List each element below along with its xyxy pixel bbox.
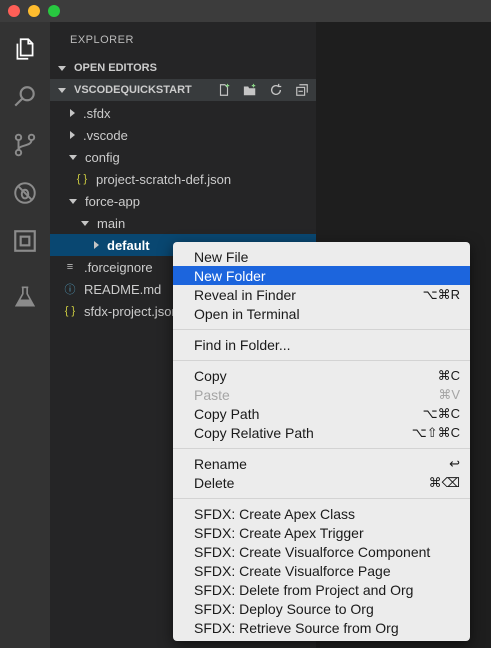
menu-item-label: Paste (194, 386, 230, 403)
explorer-title: EXPLORER (70, 34, 134, 46)
menu-separator (173, 498, 470, 499)
menu-item-rename[interactable]: Rename ↩ (173, 454, 470, 473)
tree-item-label: project-scratch-def.json (96, 171, 232, 187)
activity-bar (0, 22, 50, 648)
tree-item-label: default (107, 237, 150, 253)
menu-item-label: Open in Terminal (194, 305, 300, 322)
menu-item-delete-from-project-and-org[interactable]: SFDX: Delete from Project and Org (173, 580, 470, 599)
chevron-down-icon (58, 87, 66, 93)
chevron-right-icon (94, 241, 99, 249)
tree-item-label: .vscode (83, 127, 128, 143)
tree-item-label: .sfdx (83, 105, 111, 121)
menu-item-paste[interactable]: Paste ⌘V (173, 385, 470, 404)
window-maximize-button[interactable] (48, 5, 60, 17)
menu-separator (173, 448, 470, 449)
text-file-icon: ≡ (66, 261, 74, 273)
tree-item-label: config (85, 149, 120, 165)
tree-item-label: .forceignore (84, 259, 153, 275)
title-bar (0, 0, 491, 22)
menu-item-shortcut: ⌥⌘R (422, 286, 460, 302)
json-file-icon: { } (64, 305, 76, 317)
chevron-right-icon (70, 109, 75, 117)
menu-item-label: SFDX: Deploy Source to Org (194, 600, 374, 617)
menu-item-create-apex-class[interactable]: SFDX: Create Apex Class (173, 504, 470, 523)
chevron-down-icon (69, 154, 77, 160)
menu-item-shortcut: ↩ (449, 455, 460, 471)
refresh-icon[interactable] (268, 82, 284, 98)
source-control-icon[interactable] (0, 122, 50, 168)
chevron-down-icon (69, 198, 77, 204)
menu-separator (173, 329, 470, 330)
flask-icon[interactable] (0, 274, 50, 320)
tree-folder-config[interactable]: config (50, 146, 316, 168)
menu-item-reveal-in-finder[interactable]: Reveal in Finder ⌥⌘R (173, 285, 470, 304)
tree-folder-main[interactable]: main (50, 212, 316, 234)
menu-item-shortcut: ⌘⌫ (428, 474, 460, 490)
tree-item-label: README.md (84, 281, 162, 297)
window-minimize-button[interactable] (28, 5, 40, 17)
menu-item-label: SFDX: Create Visualforce Page (194, 562, 391, 579)
tree-item-label: force-app (85, 193, 140, 209)
tree-file-project-scratch-def[interactable]: { } project-scratch-def.json (50, 168, 316, 190)
debug-icon[interactable] (0, 170, 50, 216)
json-file-icon: { } (76, 173, 88, 185)
project-section[interactable]: VSCODEQUICKSTART (50, 79, 316, 101)
search-icon[interactable] (0, 74, 50, 120)
tree-item-label: main (97, 215, 126, 231)
menu-item-create-apex-trigger[interactable]: SFDX: Create Apex Trigger (173, 523, 470, 542)
menu-item-shortcut: ⌘V (438, 386, 460, 402)
menu-item-copy-relative-path[interactable]: Copy Relative Path ⌥⇧⌘C (173, 423, 470, 442)
menu-item-create-visualforce-component[interactable]: SFDX: Create Visualforce Component (173, 542, 470, 561)
menu-item-find-in-folder[interactable]: Find in Folder... (173, 335, 470, 354)
menu-item-new-file[interactable]: New File (173, 247, 470, 266)
menu-item-shortcut: ⌥⇧⌘C (411, 424, 460, 440)
menu-item-shortcut: ⌘C (437, 367, 460, 383)
menu-item-label: Copy Path (194, 405, 260, 422)
new-folder-icon[interactable] (242, 82, 258, 98)
menu-item-deploy-source-to-org[interactable]: SFDX: Deploy Source to Org (173, 599, 470, 618)
menu-separator (173, 360, 470, 361)
context-menu: New File New Folder Reveal in Finder ⌥⌘R… (173, 242, 470, 641)
window-close-button[interactable] (8, 5, 20, 17)
explorer-icon[interactable] (0, 26, 50, 72)
menu-item-delete[interactable]: Delete ⌘⌫ (173, 473, 470, 492)
collapse-all-icon[interactable] (294, 82, 310, 98)
menu-item-label: New Folder (194, 267, 266, 284)
menu-item-label: Find in Folder... (194, 336, 291, 353)
menu-item-label: Rename (194, 455, 247, 472)
menu-item-label: SFDX: Create Visualforce Component (194, 543, 431, 560)
tree-folder-force-app[interactable]: force-app (50, 190, 316, 212)
menu-item-shortcut: ⌥⌘C (422, 405, 460, 421)
menu-item-label: Copy (194, 367, 227, 384)
chevron-down-icon (81, 220, 89, 226)
menu-item-open-in-terminal[interactable]: Open in Terminal (173, 304, 470, 323)
menu-item-copy[interactable]: Copy ⌘C (173, 366, 470, 385)
menu-item-label: Delete (194, 474, 235, 491)
chevron-right-icon (70, 131, 75, 139)
project-label: VSCODEQUICKSTART (74, 84, 192, 96)
tree-folder-vscode[interactable]: .vscode (50, 124, 316, 146)
menu-item-label: SFDX: Create Apex Trigger (194, 524, 364, 541)
menu-item-create-visualforce-page[interactable]: SFDX: Create Visualforce Page (173, 561, 470, 580)
open-editors-section[interactable]: OPEN EDITORS (50, 57, 316, 79)
menu-item-label: New File (194, 248, 249, 265)
tree-item-label: sfdx-project.json (84, 303, 179, 319)
info-file-icon: ⓘ (64, 284, 76, 296)
extensions-icon[interactable] (0, 218, 50, 264)
menu-item-label: SFDX: Create Apex Class (194, 505, 356, 522)
menu-item-new-folder[interactable]: New Folder (173, 266, 470, 285)
menu-item-copy-path[interactable]: Copy Path ⌥⌘C (173, 404, 470, 423)
open-editors-label: OPEN EDITORS (74, 62, 157, 74)
menu-item-retrieve-source-from-org[interactable]: SFDX: Retrieve Source from Org (173, 618, 470, 637)
menu-item-label: Reveal in Finder (194, 286, 296, 303)
new-file-icon[interactable] (216, 82, 232, 98)
menu-item-label: SFDX: Retrieve Source from Org (194, 619, 399, 636)
menu-item-label: Copy Relative Path (194, 424, 314, 441)
chevron-down-icon (58, 65, 66, 71)
tree-folder-sfdx[interactable]: .sfdx (50, 102, 316, 124)
menu-item-label: SFDX: Delete from Project and Org (194, 581, 414, 598)
